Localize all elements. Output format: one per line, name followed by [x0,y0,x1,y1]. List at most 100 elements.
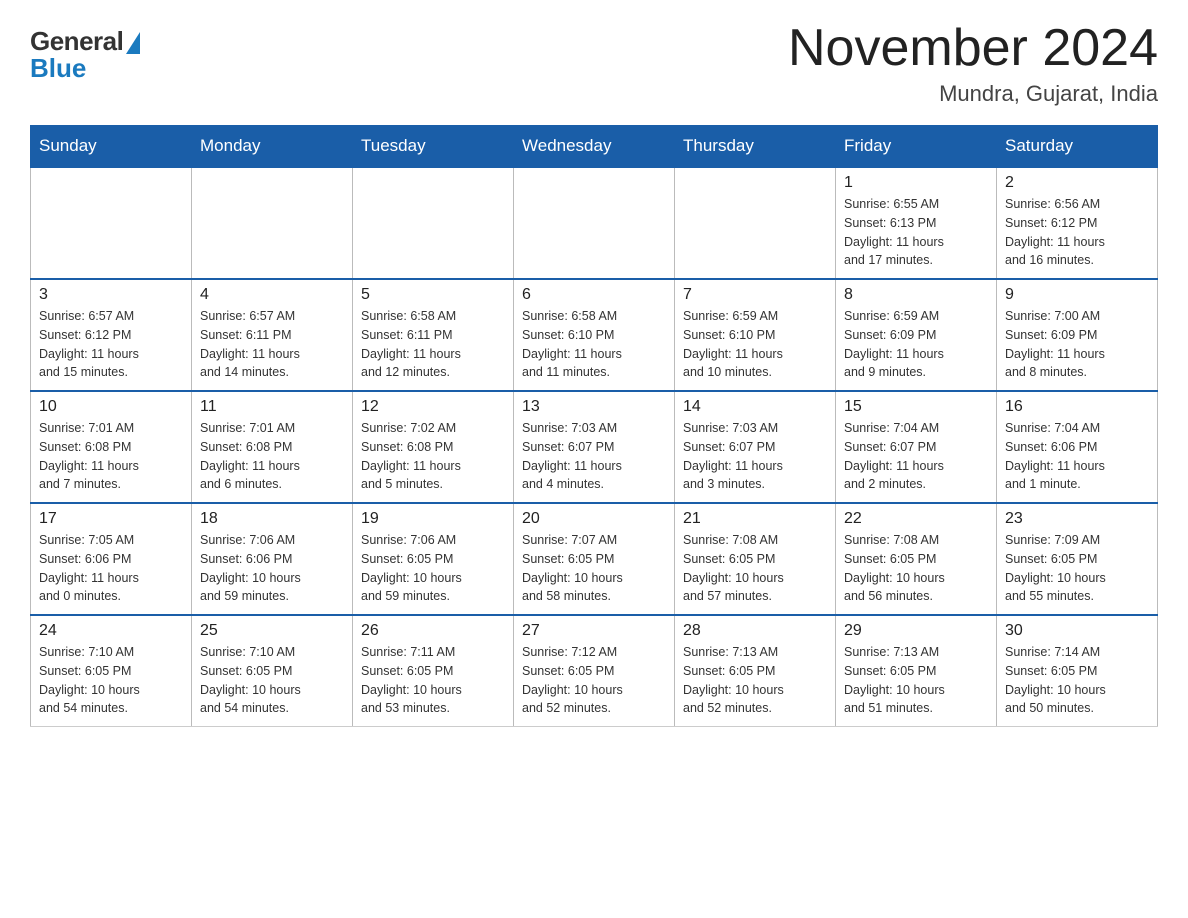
calendar-table: Sunday Monday Tuesday Wednesday Thursday… [30,125,1158,727]
day-info: Sunrise: 6:59 AM Sunset: 6:09 PM Dayligh… [844,307,988,382]
day-number: 8 [844,286,988,304]
month-title: November 2024 [788,20,1158,77]
day-number: 7 [683,286,827,304]
day-info: Sunrise: 7:00 AM Sunset: 6:09 PM Dayligh… [1005,307,1149,382]
table-row [192,167,353,279]
day-info: Sunrise: 7:07 AM Sunset: 6:05 PM Dayligh… [522,531,666,606]
header-tuesday: Tuesday [353,126,514,168]
day-number: 11 [200,398,344,416]
header-thursday: Thursday [675,126,836,168]
day-number: 2 [1005,174,1149,192]
table-row: 11 Sunrise: 7:01 AM Sunset: 6:08 PM Dayli… [192,391,353,503]
day-info: Sunrise: 7:10 AM Sunset: 6:05 PM Dayligh… [200,643,344,718]
table-row: 17Sunrise: 7:05 AM Sunset: 6:06 PM Dayli… [31,503,192,615]
table-row [514,167,675,279]
day-info: Sunrise: 7:03 AM Sunset: 6:07 PM Dayligh… [683,419,827,494]
table-row: 10 Sunrise: 7:01 AM Sunset: 6:08 PM Dayli… [31,391,192,503]
day-number: 10 [39,398,183,416]
table-row: 26 Sunrise: 7:11 AM Sunset: 6:05 PM Dayli… [353,615,514,727]
day-info: Sunrise: 6:58 AM Sunset: 6:10 PM Dayligh… [522,307,666,382]
table-row [675,167,836,279]
table-row: 12 Sunrise: 7:02 AM Sunset: 6:08 PM Dayli… [353,391,514,503]
day-number: 9 [1005,286,1149,304]
day-number: 29 [844,622,988,640]
day-info: Sunrise: 7:14 AM Sunset: 6:05 PM Dayligh… [1005,643,1149,718]
table-row: 1 Sunrise: 6:55 AM Sunset: 6:13 PM Daylig… [836,167,997,279]
day-number: 4 [200,286,344,304]
table-row: 16 Sunrise: 7:04 AM Sunset: 6:06 PM Dayli… [997,391,1158,503]
table-row: 8 Sunrise: 6:59 AM Sunset: 6:09 PM Daylig… [836,279,997,391]
day-number: 24 [39,622,183,640]
table-row [353,167,514,279]
day-info: Sunrise: 7:09 AM Sunset: 6:05 PM Dayligh… [1005,531,1149,606]
table-row: 29 Sunrise: 7:13 AM Sunset: 6:05 PM Dayli… [836,615,997,727]
header-friday: Friday [836,126,997,168]
week-row-2: 3Sunrise: 6:57 AM Sunset: 6:12 PM Daylig… [31,279,1158,391]
day-number: 16 [1005,398,1149,416]
day-number: 1 [844,174,988,192]
table-row: 23 Sunrise: 7:09 AM Sunset: 6:05 PM Dayli… [997,503,1158,615]
day-number: 6 [522,286,666,304]
table-row: 2 Sunrise: 6:56 AM Sunset: 6:12 PM Daylig… [997,167,1158,279]
table-row: 9 Sunrise: 7:00 AM Sunset: 6:09 PM Daylig… [997,279,1158,391]
day-number: 21 [683,510,827,528]
day-info: Sunrise: 7:11 AM Sunset: 6:05 PM Dayligh… [361,643,505,718]
table-row: 19 Sunrise: 7:06 AM Sunset: 6:05 PM Dayli… [353,503,514,615]
table-row: 20 Sunrise: 7:07 AM Sunset: 6:05 PM Dayli… [514,503,675,615]
table-row: 4Sunrise: 6:57 AM Sunset: 6:11 PM Daylig… [192,279,353,391]
day-number: 23 [1005,510,1149,528]
header-wednesday: Wednesday [514,126,675,168]
day-number: 19 [361,510,505,528]
table-row: 24 Sunrise: 7:10 AM Sunset: 6:05 PM Dayli… [31,615,192,727]
day-number: 15 [844,398,988,416]
day-info: Sunrise: 7:13 AM Sunset: 6:05 PM Dayligh… [844,643,988,718]
title-area: November 2024 Mundra, Gujarat, India [788,20,1158,107]
day-info: Sunrise: 7:10 AM Sunset: 6:05 PM Dayligh… [39,643,183,718]
logo: General Blue [30,20,140,84]
table-row: 28Sunrise: 7:13 AM Sunset: 6:05 PM Dayli… [675,615,836,727]
day-info: Sunrise: 7:05 AM Sunset: 6:06 PM Dayligh… [39,531,183,606]
table-row: 27Sunrise: 7:12 AM Sunset: 6:05 PM Dayli… [514,615,675,727]
day-number: 5 [361,286,505,304]
weekday-header-row: Sunday Monday Tuesday Wednesday Thursday… [31,126,1158,168]
day-info: Sunrise: 6:56 AM Sunset: 6:12 PM Dayligh… [1005,195,1149,270]
header-sunday: Sunday [31,126,192,168]
header: General Blue November 2024 Mundra, Gujar… [30,20,1158,107]
day-number: 22 [844,510,988,528]
week-row-5: 24 Sunrise: 7:10 AM Sunset: 6:05 PM Dayli… [31,615,1158,727]
table-row: 30Sunrise: 7:14 AM Sunset: 6:05 PM Dayli… [997,615,1158,727]
day-info: Sunrise: 6:59 AM Sunset: 6:10 PM Dayligh… [683,307,827,382]
logo-blue-text: Blue [30,53,86,84]
day-info: Sunrise: 7:08 AM Sunset: 6:05 PM Dayligh… [844,531,988,606]
week-row-1: 1 Sunrise: 6:55 AM Sunset: 6:13 PM Daylig… [31,167,1158,279]
table-row: 25 Sunrise: 7:10 AM Sunset: 6:05 PM Dayli… [192,615,353,727]
day-info: Sunrise: 6:58 AM Sunset: 6:11 PM Dayligh… [361,307,505,382]
day-number: 13 [522,398,666,416]
day-number: 25 [200,622,344,640]
day-number: 28 [683,622,827,640]
day-info: Sunrise: 7:08 AM Sunset: 6:05 PM Dayligh… [683,531,827,606]
table-row: 21 Sunrise: 7:08 AM Sunset: 6:05 PM Dayli… [675,503,836,615]
day-number: 18 [200,510,344,528]
day-number: 20 [522,510,666,528]
day-info: Sunrise: 7:12 AM Sunset: 6:05 PM Dayligh… [522,643,666,718]
day-info: Sunrise: 6:57 AM Sunset: 6:12 PM Dayligh… [39,307,183,382]
table-row: 22 Sunrise: 7:08 AM Sunset: 6:05 PM Dayli… [836,503,997,615]
day-info: Sunrise: 7:02 AM Sunset: 6:08 PM Dayligh… [361,419,505,494]
day-number: 26 [361,622,505,640]
day-info: Sunrise: 7:04 AM Sunset: 6:07 PM Dayligh… [844,419,988,494]
day-number: 14 [683,398,827,416]
day-number: 12 [361,398,505,416]
header-monday: Monday [192,126,353,168]
logo-triangle-icon [126,32,140,54]
table-row: 14 Sunrise: 7:03 AM Sunset: 6:07 PM Dayli… [675,391,836,503]
week-row-4: 17Sunrise: 7:05 AM Sunset: 6:06 PM Dayli… [31,503,1158,615]
table-row: 5 Sunrise: 6:58 AM Sunset: 6:11 PM Daylig… [353,279,514,391]
day-info: Sunrise: 7:01 AM Sunset: 6:08 PM Dayligh… [39,419,183,494]
day-info: Sunrise: 7:04 AM Sunset: 6:06 PM Dayligh… [1005,419,1149,494]
table-row: 7 Sunrise: 6:59 AM Sunset: 6:10 PM Daylig… [675,279,836,391]
day-info: Sunrise: 6:55 AM Sunset: 6:13 PM Dayligh… [844,195,988,270]
location-title: Mundra, Gujarat, India [788,81,1158,107]
day-info: Sunrise: 7:06 AM Sunset: 6:05 PM Dayligh… [361,531,505,606]
day-info: Sunrise: 7:01 AM Sunset: 6:08 PM Dayligh… [200,419,344,494]
